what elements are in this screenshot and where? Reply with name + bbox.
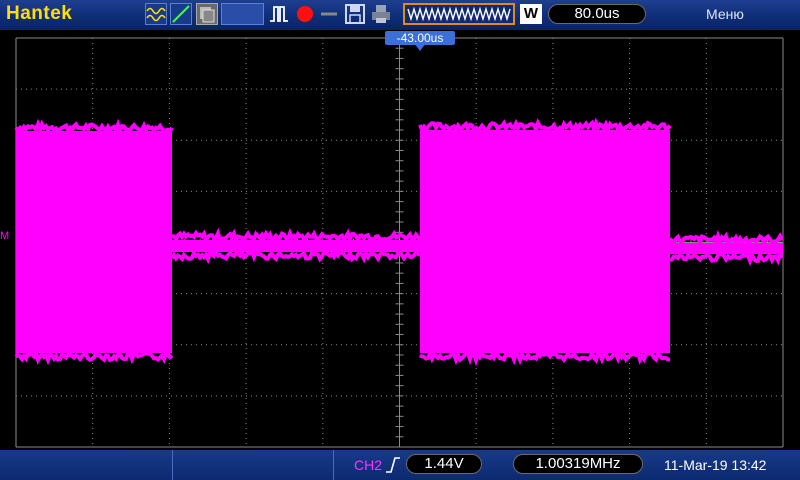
trigger-position-label: -43.00us <box>385 31 455 45</box>
waveform-plot <box>14 37 784 448</box>
trace-noise-edge <box>14 348 174 366</box>
status-bar: CH2 1.44V 1.00319MHz 11-Mar-19 13:42 <box>0 450 800 480</box>
trigger-level[interactable]: 1.44V <box>406 454 482 474</box>
blank-box <box>221 3 264 25</box>
frequency-counter: 1.00319MHz <box>513 454 643 474</box>
scope-display: -43.00us M <box>0 30 800 450</box>
waveform-overview-bar[interactable] <box>403 3 515 25</box>
persistence-icon[interactable] <box>196 3 218 25</box>
trace-noise-edge <box>418 117 672 136</box>
datetime: 11-Mar-19 13:42 <box>664 457 767 473</box>
save-icon[interactable] <box>345 3 365 25</box>
timebase-value[interactable]: 80.0us <box>548 4 646 24</box>
acquire-mode-icon[interactable] <box>145 3 167 25</box>
trace-noise-edge <box>14 118 174 137</box>
channel-marker: M <box>0 230 10 242</box>
top-toolbar: Hantek W 80.0us Меню <box>0 0 800 30</box>
trace-noise-edge <box>418 347 671 367</box>
print-icon[interactable] <box>370 3 392 25</box>
channel-label[interactable]: CH2 <box>354 457 382 473</box>
status-divider <box>172 450 173 480</box>
single-pulse-icon[interactable] <box>268 3 290 25</box>
trace-segment <box>420 130 670 353</box>
trace-noise-edge <box>170 245 422 265</box>
trace-noise-edge <box>668 249 784 267</box>
rising-edge-icon <box>386 457 400 473</box>
dash-icon[interactable] <box>318 3 340 25</box>
trace-segment <box>670 243 783 254</box>
trigger-slope-icon[interactable] <box>170 3 192 25</box>
record-icon[interactable] <box>296 3 314 25</box>
trace-noise-edge <box>668 229 784 249</box>
brand-logo: Hantek <box>6 3 73 24</box>
trace-noise-edge <box>171 227 422 245</box>
menu-button[interactable]: Меню <box>706 6 744 22</box>
status-divider <box>333 450 334 480</box>
trace-segment <box>16 131 172 353</box>
window-mode-button[interactable]: W <box>520 4 542 24</box>
